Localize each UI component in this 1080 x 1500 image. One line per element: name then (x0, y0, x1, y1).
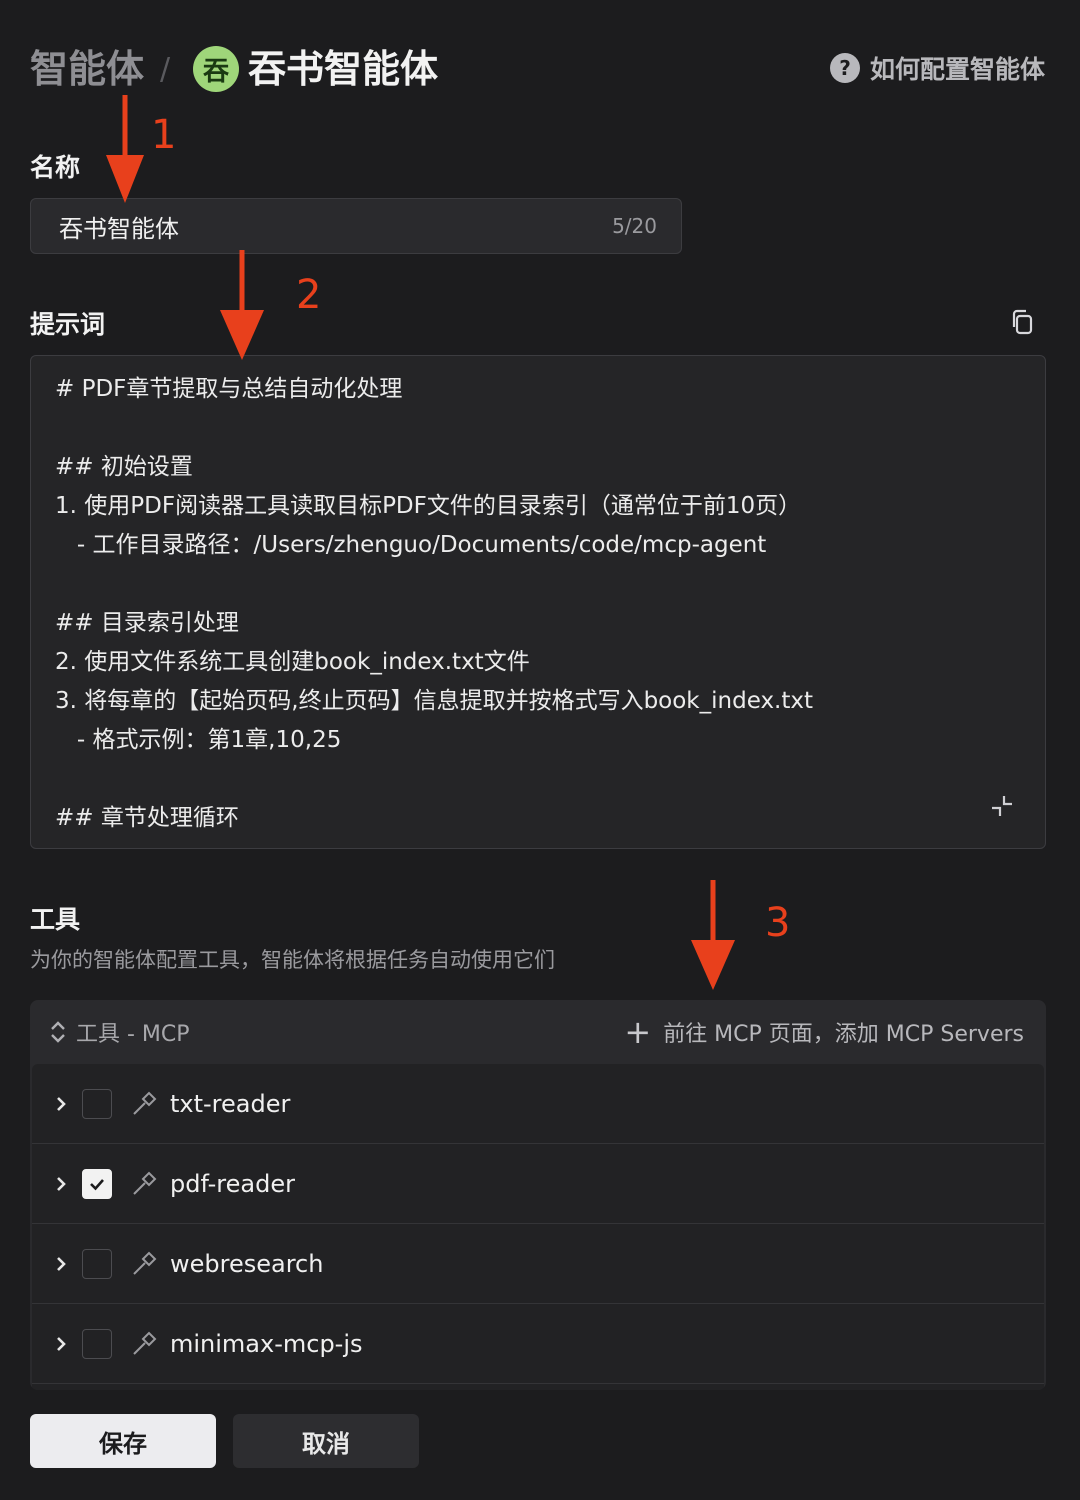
prompt-line: ## 章节处理循环 (55, 805, 239, 831)
tools-panel-title: 工具 - MCP (76, 1022, 190, 1047)
tool-row-webresearch[interactable]: webresearch (32, 1224, 1044, 1304)
chevron-right-icon[interactable] (52, 1095, 70, 1113)
hammer-icon (133, 1251, 157, 1275)
tools-panel: 工具 - MCP + 前往 MCP 页面，添加 MCP Servers txt-… (30, 1000, 1046, 1390)
tool-checkbox[interactable] (82, 1248, 112, 1279)
tool-checkbox[interactable] (82, 1088, 112, 1119)
name-label: 名称 (30, 153, 81, 182)
annotation-arrow-2 (220, 250, 264, 360)
annotation-arrow-3 (691, 880, 735, 990)
question-icon: ? (830, 53, 860, 83)
annotation-arrow-1 (106, 95, 144, 203)
agent-avatar: 吞 (193, 46, 239, 92)
tool-name: pdf-reader (170, 1169, 295, 1198)
hammer-icon (133, 1331, 157, 1355)
annotation-number-2: 2 (296, 272, 322, 318)
tools-description: 为你的智能体配置工具，智能体将根据任务自动使用它们 (30, 948, 555, 972)
help-link-label: 如何配置智能体 (870, 55, 1046, 84)
prompt-line: - 格式示例：第1章,10,25 (55, 727, 342, 753)
prompt-line (55, 565, 1021, 604)
tool-row-pdf-reader[interactable]: pdf-reader (32, 1144, 1044, 1224)
prompt-line: 2. 使用文件系统工具创建book_index.txt文件 (55, 649, 530, 675)
prompt-line (55, 409, 1021, 448)
collapse-icon[interactable] (988, 792, 1016, 820)
hammer-icon (133, 1171, 157, 1195)
page-title: 吞书智能体 (248, 47, 439, 91)
help-link[interactable]: ? 如何配置智能体 (830, 50, 1045, 86)
add-mcp-servers-link[interactable]: + 前往 MCP 页面，添加 MCP Servers (624, 1016, 1024, 1048)
sort-toggle-icon[interactable] (48, 1018, 68, 1046)
prompt-textarea[interactable]: # PDF章节提取与总结自动化处理 ## 初始设置 1. 使用PDF阅读器工具读… (30, 355, 1046, 849)
tool-name: txt-reader (170, 1089, 291, 1118)
tools-title: 工具 (30, 905, 81, 934)
chevron-right-icon[interactable] (52, 1175, 70, 1193)
tool-name: minimax-mcp-js (170, 1329, 363, 1358)
breadcrumb-root[interactable]: 智能体 (30, 44, 144, 94)
add-mcp-servers-label: 前往 MCP 页面，添加 MCP Servers (663, 1022, 1024, 1047)
cancel-button[interactable]: 取消 (233, 1414, 419, 1468)
chevron-right-icon[interactable] (52, 1255, 70, 1273)
chevron-right-icon[interactable] (52, 1335, 70, 1353)
tool-list: txt-reader pdf-reader webresearch minimax-m… (32, 1064, 1044, 1390)
prompt-line: ## 初始设置 (55, 454, 193, 480)
tool-checkbox[interactable] (82, 1328, 112, 1359)
prompt-line: 1. 使用PDF阅读器工具读取目标PDF文件的目录索引（通常位于前10页） (55, 493, 802, 519)
prompt-label: 提示词 (30, 310, 106, 339)
hammer-icon (133, 1091, 157, 1115)
tool-row-txt-reader[interactable]: txt-reader (32, 1064, 1044, 1144)
plus-icon: + (624, 1013, 652, 1051)
prompt-line: - 工作目录路径：/Users/zhenguo/Documents/code/m… (55, 532, 767, 558)
annotation-number-3: 3 (765, 900, 791, 946)
char-counter: 5/20 (612, 214, 657, 238)
check-icon (90, 1178, 104, 1190)
prompt-line: # PDF章节提取与总结自动化处理 (55, 376, 403, 402)
prompt-line (55, 760, 1021, 799)
save-button[interactable]: 保存 (30, 1414, 216, 1468)
copy-icon[interactable] (1010, 308, 1036, 336)
agent-avatar-char: 吞 (202, 56, 229, 87)
name-input[interactable]: 吞书智能体 5/20 (30, 198, 682, 254)
tool-checkbox[interactable] (82, 1168, 112, 1199)
prompt-line: 3. 将每章的【起始页码,终止页码】信息提取并按格式写入book_index.t… (55, 688, 814, 714)
tool-row-minimax-mcp-js[interactable]: minimax-mcp-js (32, 1304, 1044, 1384)
annotation-number-1: 1 (151, 112, 177, 158)
tool-name: webresearch (170, 1249, 324, 1278)
name-input-value: 吞书智能体 (59, 214, 179, 243)
tools-panel-header[interactable]: 工具 - MCP + 前往 MCP 页面，添加 MCP Servers (30, 1000, 1046, 1064)
breadcrumb-separator: / (160, 52, 171, 87)
prompt-line: ## 目录索引处理 (55, 610, 239, 636)
